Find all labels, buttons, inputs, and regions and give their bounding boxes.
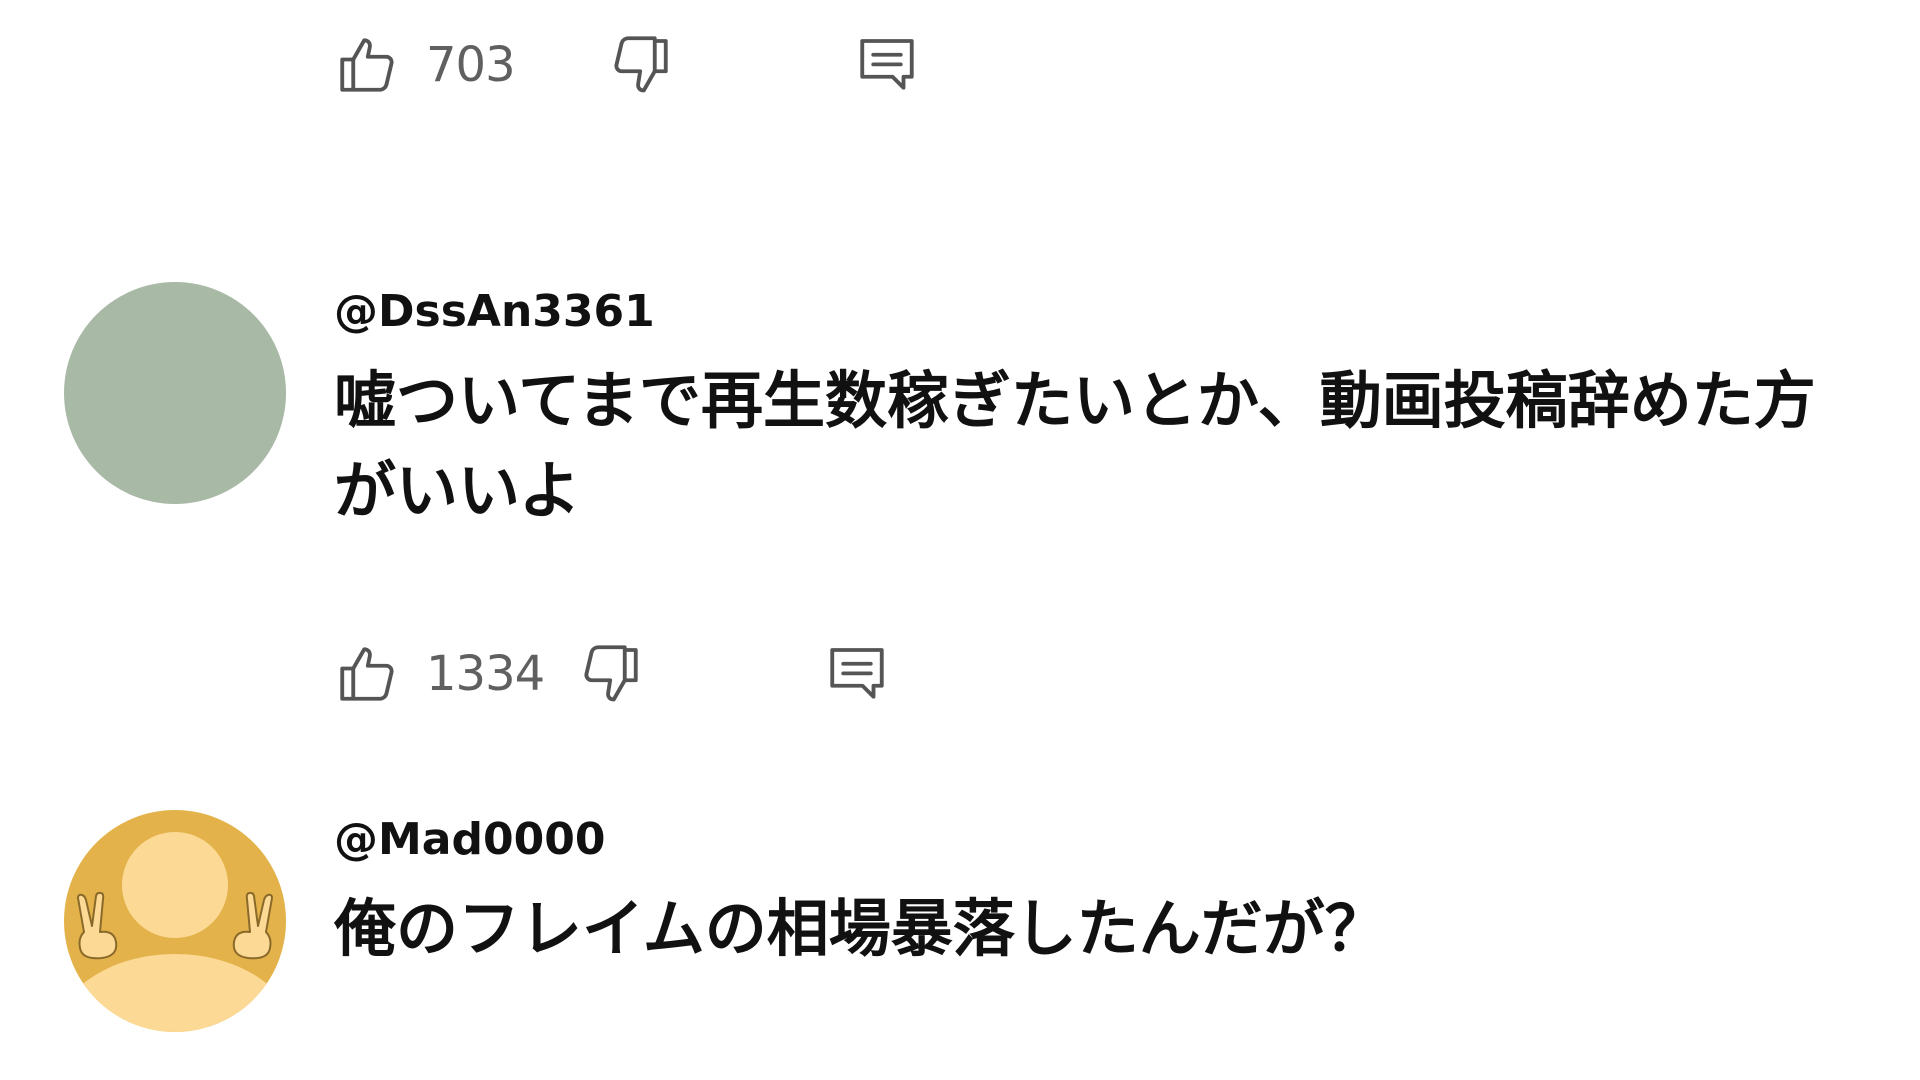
like-count: 703 [426,37,516,93]
thumbs-up-icon [334,32,400,98]
avatar-head-shape [122,832,228,938]
comment-body: @Mad0000 俺のフレイムの相場暴落したんだが？ [334,810,1884,974]
thumbs-down-icon [578,639,644,705]
comment-author[interactable]: @DssAn3361 [334,282,1884,342]
comment-author[interactable]: @Mad0000 [334,810,1884,870]
reply-button[interactable] [854,30,920,100]
comment-icon [824,639,890,705]
like-count: 1334 [426,646,545,702]
peace-sign-icon [70,892,128,962]
comment-icon [854,30,920,96]
dislike-button[interactable] [608,30,674,100]
like-button[interactable]: 703 [334,32,560,98]
like-button[interactable]: 1334 [334,641,560,707]
comment-actions: 703 [334,24,920,106]
thumbs-down-icon [608,30,674,96]
thumbs-up-icon [334,641,400,707]
comment-text: 嘘ついてまで再生数稼ぎたいとか、動画投稿辞めた方がいいよ [334,364,1816,527]
comment-body: @DssAn3361 嘘ついてまで再生数稼ぎたいとか、動画投稿辞めた方がいいよ [334,282,1884,536]
avatar[interactable] [64,282,286,504]
comments-view: 703 @DssAn3361 嘘ついてまで再生数稼ぎたいとか、動画投稿辞めた方が… [0,0,1920,1080]
peace-sign-icon [222,892,280,962]
dislike-button[interactable] [578,639,644,709]
avatar[interactable] [64,810,286,1032]
avatar-body-shape [64,954,286,1032]
comment-actions: 1334 [334,633,890,715]
comment-text: 俺のフレイムの相場暴落したんだが？ [334,892,1387,965]
reply-button[interactable] [824,639,890,709]
